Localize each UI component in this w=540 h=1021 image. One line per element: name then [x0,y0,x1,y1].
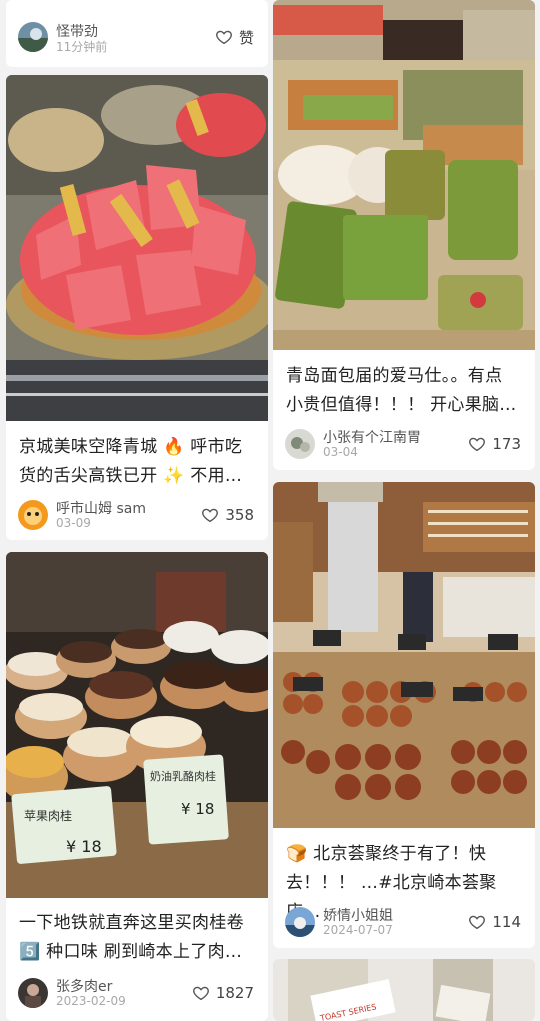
author-name[interactable]: 呼市山姆 sam [56,498,146,518]
like-button[interactable]: 赞 [215,27,254,47]
price-tag-label: 奶油乳酪肉桂 [150,769,216,783]
post-time: 03-04 [323,445,358,459]
author-name[interactable]: 张多肉er [56,976,112,996]
heart-icon [192,986,209,1001]
like-count: 1827 [215,984,254,1002]
author-row: 娇情小姐姐 2024-07-07 114 [285,905,525,939]
note-title-line: 一下地铁就直奔这里买肉桂卷 [19,913,244,933]
like-label: 赞 [238,28,254,47]
note-card[interactable]: 苹果肉桂 ¥ 18 奶油乳酪肉桂 ¥ 18 一下地铁就直奔这里买肉桂卷 5️⃣ … [6,552,268,1021]
like-count: 358 [225,506,254,524]
like-count: 114 [492,913,521,931]
note-title-line: 京城美味空降青城 🔥 呼市吃 [19,437,243,457]
cover-image[interactable]: 苹果肉桂 ¥ 18 奶油乳酪肉桂 ¥ 18 [6,552,268,898]
like-button[interactable]: 173 [468,434,521,454]
post-time: 2024-07-07 [323,923,393,937]
waterfall-feed: 怪带劲 11分钟前 赞 京城美味空降青城 🔥 呼市吃 货的舌尖高铁已开 ✨ 不用… [0,0,540,1021]
note-card[interactable]: 京城美味空降青城 🔥 呼市吃 货的舌尖高铁已开 ✨ 不用… 呼市山姆 sam 0… [6,75,268,540]
like-button[interactable]: 1827 [192,983,254,1003]
avatar[interactable] [285,907,315,937]
price-tag-label: 苹果肉桂 [24,808,72,823]
avatar[interactable] [18,500,48,530]
note-title[interactable]: 一下地铁就直奔这里买肉桂卷 5️⃣ 种口味 刷到崎本上了肉… [19,909,258,967]
like-button[interactable]: 358 [201,505,254,525]
author-row: 怪带劲 11分钟前 赞 [18,20,258,54]
avatar[interactable] [18,22,48,52]
note-title-line: 小贵但值得！！！ 开心果脑… [286,395,517,415]
note-title-line: 青岛面包届的爱马仕。。有点 [286,366,503,386]
post-time: 03-09 [56,516,91,530]
avatar[interactable] [18,978,48,1008]
cover-image[interactable]: TOAST SERIES [273,959,535,1021]
price-tag-price: ¥ 18 [181,800,214,818]
note-card[interactable]: 青岛面包届的爱马仕。。有点 小贵但值得！！！ 开心果脑… 小张有个江南胃 03-… [273,0,535,470]
price-tag-price: ¥ 18 [66,837,102,856]
note-card[interactable]: TOAST SERIES [273,959,535,1021]
note-title-line: 🍞 北京荟聚终于有了！快 [286,844,487,864]
note-title-line: 货的舌尖高铁已开 ✨ 不用… [19,466,243,486]
heart-icon [469,915,486,930]
author-row: 小张有个江南胃 03-04 173 [285,427,525,461]
note-title[interactable]: 京城美味空降青城 🔥 呼市吃 货的舌尖高铁已开 ✨ 不用… [19,433,258,491]
note-card[interactable]: 🍞 北京荟聚终于有了！快 去！！！ …#北京崎本荟聚店… 娇情小姐姐 2024-… [273,482,535,948]
like-count: 173 [492,435,521,453]
avatar[interactable] [285,429,315,459]
heart-icon [469,437,486,452]
author-row: 张多肉er 2023-02-09 1827 [18,976,258,1010]
author-name[interactable]: 娇情小姐姐 [323,905,393,925]
cover-image[interactable] [273,482,535,828]
like-button[interactable]: 114 [468,912,521,932]
cover-image[interactable] [6,75,268,421]
cover-image[interactable] [273,0,535,350]
post-time: 2023-02-09 [56,994,126,1008]
note-title-line: 5️⃣ 种口味 刷到崎本上了肉… [19,942,243,962]
note-card[interactable]: 怪带劲 11分钟前 赞 [6,0,268,67]
note-title[interactable]: 青岛面包届的爱马仕。。有点 小贵但值得！！！ 开心果脑… [286,362,525,420]
heart-icon [216,30,232,45]
heart-icon [202,508,219,523]
author-name[interactable]: 小张有个江南胃 [323,427,421,447]
author-row: 呼市山姆 sam 03-09 358 [18,498,258,532]
post-time: 11分钟前 [56,40,108,54]
